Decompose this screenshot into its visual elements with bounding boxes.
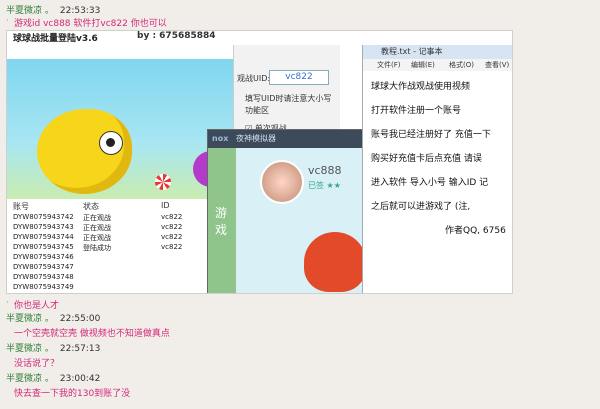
notepad-line: 购买好充值卡后点充值 请误: [371, 154, 482, 164]
sender-name: 半夏微凉 。: [6, 314, 54, 324]
notepad-menubar: 文件(F) 编辑(E) 格式(O) 查看(V): [363, 59, 512, 71]
message-text: 没话说了？: [14, 359, 60, 369]
app-title: 球球战批量登陆v3.6: [13, 34, 98, 44]
red-monster-character: [304, 232, 366, 292]
message-header: 半夏微凉 。 22:53:33: [6, 3, 100, 16]
nox-titlebar[interactable]: nox 夜神模拟器: [208, 130, 368, 148]
column-header: ID: [161, 201, 170, 210]
uid-hint: 填写UID时请注意大小写功能区: [245, 94, 332, 115]
sender-name: 半夏微凉 。: [6, 374, 54, 384]
notepad-line: 作者QQ, 6756: [445, 226, 506, 236]
message-header: 半夏微凉 。 22:57:13: [6, 341, 100, 354]
sender-name: 半夏微凉 。: [6, 344, 54, 354]
message-time: 23:00:42: [59, 374, 101, 384]
avatar[interactable]: [260, 160, 304, 204]
game-username: vc888: [308, 164, 342, 177]
fish-eye: [99, 131, 123, 155]
sender-name: 半夏微凉 。: [6, 6, 54, 16]
message-header: 半夏微凉 。 23:00:42: [6, 371, 100, 384]
vid-label: 观战UID:: [237, 74, 271, 83]
game-banner: [7, 59, 233, 199]
notepad-titlebar[interactable]: 教程.txt - 记事本: [363, 45, 512, 59]
lollipop-icon: [155, 174, 171, 190]
notepad-line: 进入软件 导入小号 输入ID 记: [371, 178, 489, 188]
nox-emulator-window[interactable]: nox 夜神模拟器 游戏 vc888 已签 ★★: [207, 129, 369, 293]
column-header: 账号: [13, 202, 29, 211]
menu-edit[interactable]: 编辑(E): [411, 59, 435, 71]
message-text: 一个空壳就空壳 做视频也不知道做真点: [14, 329, 170, 339]
nox-title: 夜神模拟器: [236, 134, 276, 143]
bullet-icon: ·: [6, 298, 9, 308]
bullet-icon: ·: [6, 16, 9, 26]
nox-sidebar[interactable]: 游戏: [208, 148, 236, 293]
notepad-line: 账号我已经注册好了 充值一下: [371, 130, 491, 140]
notepad-window[interactable]: 教程.txt - 记事本 文件(F) 编辑(E) 格式(O) 查看(V) 球球大…: [362, 45, 512, 293]
column-header: 状态: [83, 202, 99, 211]
message-text: 快去查一下我的130到账了没: [14, 389, 131, 399]
notepad-title: 教程.txt - 记事本: [381, 47, 443, 56]
notepad-line: 之后就可以进游戏了 (注,: [371, 202, 471, 212]
notepad-line: 球球大作战观战使用视频: [371, 82, 471, 92]
notepad-line: 打开软件注册一个账号: [371, 106, 462, 116]
shared-screenshot[interactable]: 球球战批量登陆v3.6 by : 675685884 观战UID: vc822 …: [6, 30, 513, 294]
message-header: 半夏微凉 。 22:55:00: [6, 311, 100, 324]
nox-side-text: 游戏: [215, 206, 228, 237]
menu-file[interactable]: 文件(F): [377, 59, 401, 71]
message-text: 游戏id vc888 软件打vc822 你也可以: [14, 19, 167, 29]
message-time: 22:55:00: [59, 314, 101, 324]
vid-input[interactable]: vc822: [269, 70, 329, 85]
author-label: by : 675685884: [137, 31, 216, 41]
account-table: 账号 状态 ID DYW8075943742 正在观战 vc822 DYW80759…: [11, 199, 216, 293]
menu-view[interactable]: 查看(V): [485, 59, 509, 71]
status-badge: 已签 ★★: [308, 181, 341, 190]
message-time: 22:57:13: [59, 344, 101, 354]
menu-format[interactable]: 格式(O): [449, 59, 474, 71]
message-time: 22:53:33: [59, 6, 101, 16]
nox-logo: nox: [212, 134, 229, 143]
message-text: 你也是人才: [14, 301, 60, 311]
